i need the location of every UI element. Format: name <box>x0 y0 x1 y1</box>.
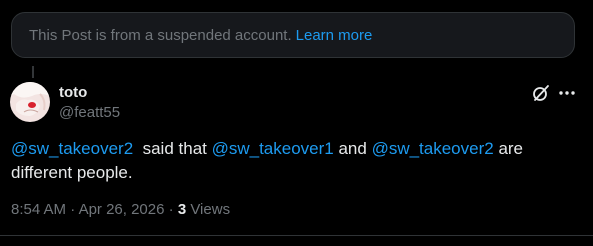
mention-link[interactable]: @sw_takeover1 <box>212 139 334 158</box>
post-metadata: 8:54 AM · Apr 26, 2026 · 3 Views <box>11 201 230 218</box>
suspended-notice-text: This Post is from a suspended account. <box>29 26 292 44</box>
views-label: Views <box>186 201 231 218</box>
post-date[interactable]: Apr 26, 2026 <box>79 201 165 218</box>
post-text-fragment: and <box>333 139 372 158</box>
post-text-fragment: said that <box>133 139 212 158</box>
post-text: @sw_takeover2 said that @sw_takeover1 an… <box>11 137 571 185</box>
post-time[interactable]: 8:54 AM <box>11 201 66 218</box>
author-handle[interactable]: @featt55 <box>59 104 120 121</box>
learn-more-link[interactable]: Learn more <box>296 27 373 44</box>
divider <box>0 235 593 236</box>
mention-link[interactable]: @sw_takeover2 <box>372 139 494 158</box>
meta-separator: · <box>66 201 79 218</box>
meta-separator: · <box>164 201 178 218</box>
avatar[interactable] <box>10 82 50 122</box>
grok-icon[interactable] <box>531 83 551 103</box>
views-count: 3 <box>177 201 187 218</box>
avatar-image <box>10 82 50 122</box>
suspended-account-notice: This Post is from a suspended account. L… <box>11 12 575 58</box>
author-name[interactable]: toto <box>59 84 87 101</box>
mention-link[interactable]: @sw_takeover2 <box>11 139 133 158</box>
thread-connector-line <box>32 66 34 78</box>
more-options-icon[interactable] <box>557 83 577 103</box>
